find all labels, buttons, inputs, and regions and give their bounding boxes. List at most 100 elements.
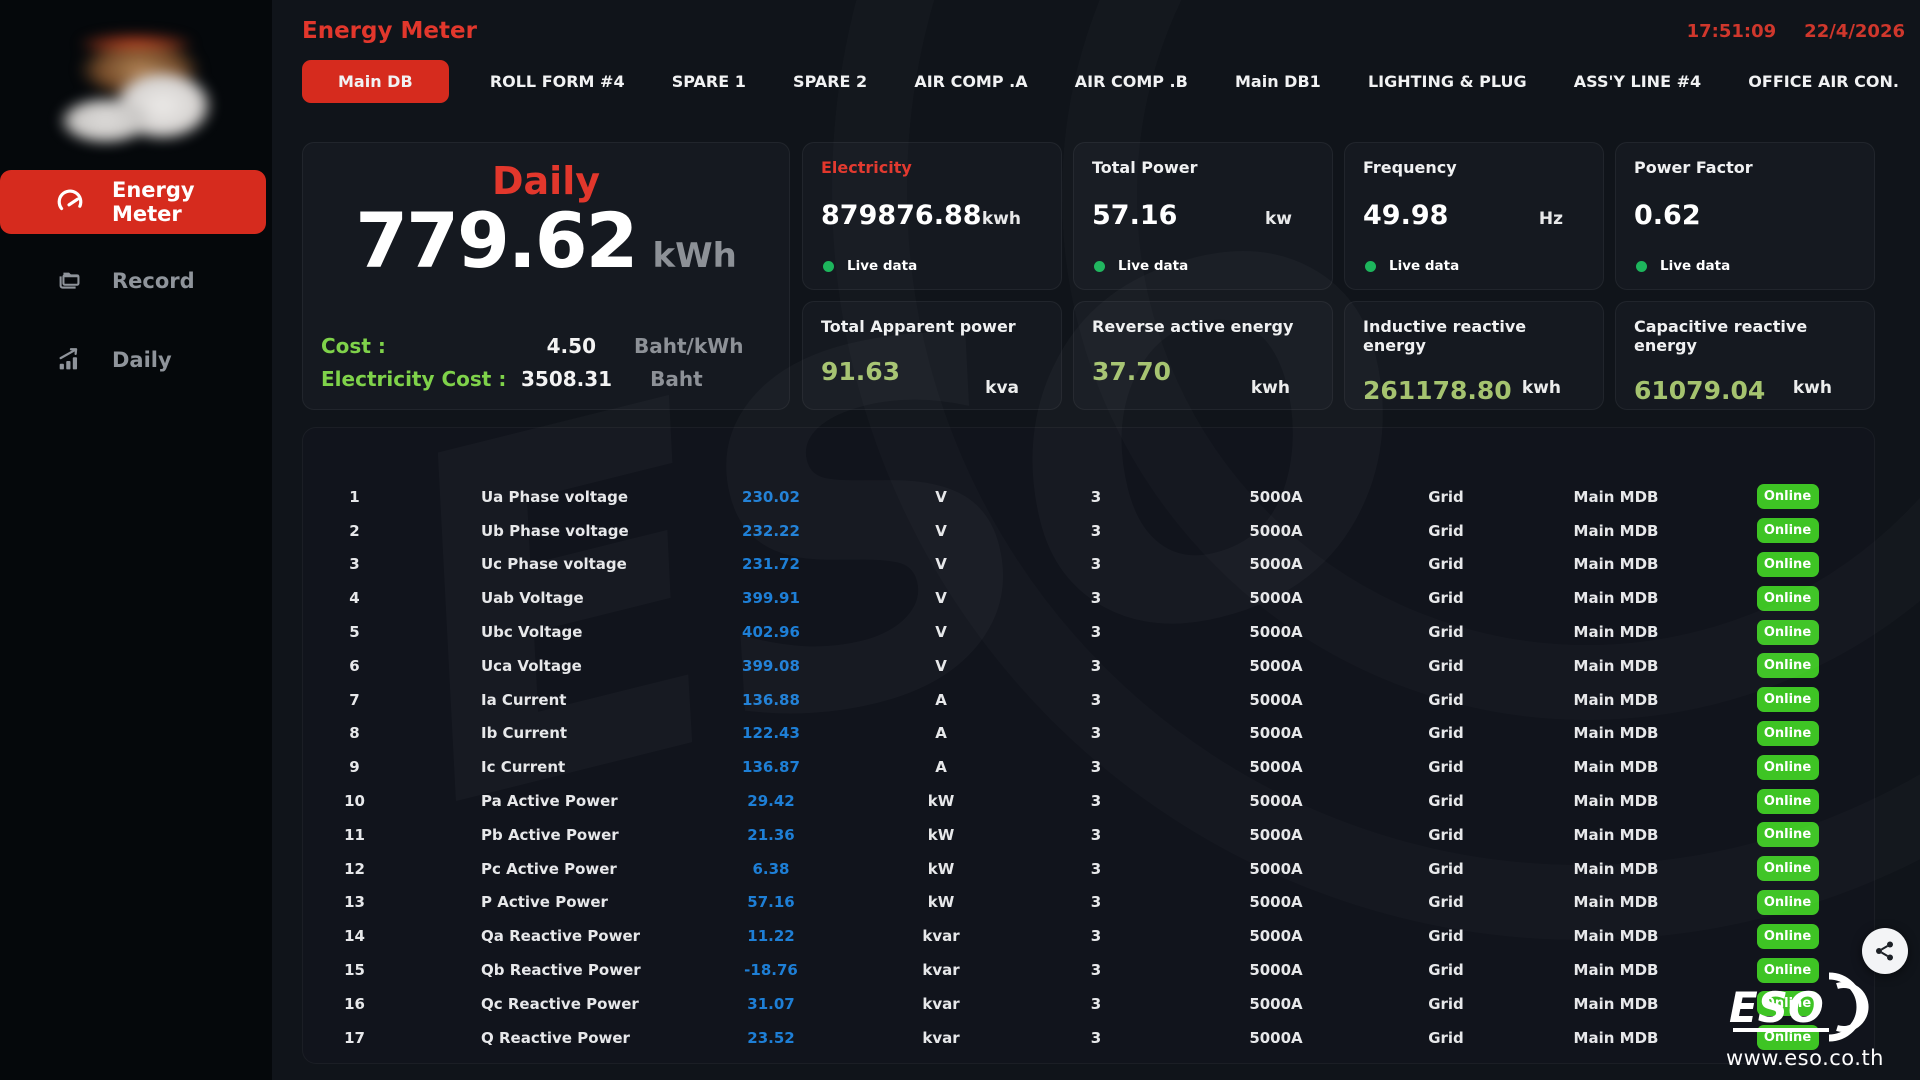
cell-source: Grid — [1361, 724, 1531, 742]
sidebar-item-record[interactable]: Record — [0, 249, 266, 313]
status-badge[interactable]: Online — [1757, 518, 1819, 543]
tab[interactable]: AIR COMP .A — [908, 62, 1033, 101]
tab[interactable]: Main DB1 — [1229, 62, 1327, 101]
cell-capacity: 5000A — [1191, 758, 1361, 776]
table-row: 5 Ubc Voltage 402.96 V 3 5000A Grid Main… — [303, 615, 1874, 649]
cell-status: Online — [1701, 552, 1874, 577]
tab[interactable]: ROLL FORM #4 — [484, 62, 631, 101]
stat-card-unit: kwh — [982, 209, 1021, 229]
status-badge[interactable]: Online — [1757, 586, 1819, 611]
live-data-label: Live data — [1118, 258, 1188, 274]
share-icon — [1873, 939, 1897, 963]
stat-card-title: Frequency — [1363, 158, 1585, 177]
cell-phase: 3 — [1001, 792, 1191, 810]
table-row: 8 Ib Current 122.43 A 3 5000A Grid Main … — [303, 717, 1874, 751]
cell-source: Grid — [1361, 1029, 1531, 1047]
cell-item: 12 — [303, 860, 406, 878]
stat-card: Inductive reactive energy 261178.80 kwh — [1344, 301, 1604, 410]
cell-location: Main MDB — [1531, 995, 1701, 1013]
sidebar-item-label: Energy Meter — [112, 178, 266, 226]
cell-live-data: 11.22 — [661, 927, 881, 945]
stat-card: Total Power 57.16 kw Live data — [1073, 142, 1333, 290]
status-badge[interactable]: Online — [1757, 789, 1819, 814]
cell-status: Online — [1701, 653, 1874, 678]
cell-capacity: 5000A — [1191, 826, 1361, 844]
cell-capacity: 5000A — [1191, 657, 1361, 675]
cell-details: Qc Reactive Power — [406, 995, 661, 1013]
cost-unit: Baht/kWh — [634, 334, 743, 358]
cell-details: Ib Current — [406, 724, 661, 742]
clock-time: 17:51:09 — [1687, 21, 1777, 42]
tab[interactable]: LIGHTING & PLUG — [1362, 62, 1533, 101]
live-data-label: Live data — [1389, 258, 1459, 274]
tab[interactable]: AIR COMP .B — [1069, 62, 1194, 101]
stat-card-title: Power Factor — [1634, 158, 1856, 177]
status-badge[interactable]: Online — [1757, 924, 1819, 949]
status-badge[interactable]: Online — [1757, 755, 1819, 780]
cell-source: Grid — [1361, 792, 1531, 810]
status-badge[interactable]: Online — [1757, 484, 1819, 509]
cell-location: Main MDB — [1531, 758, 1701, 776]
meter-table-card: 1 Ua Phase voltage 230.02 V 3 5000A Grid… — [302, 427, 1875, 1064]
cell-status: Online — [1701, 620, 1874, 645]
status-badge[interactable]: Online — [1757, 721, 1819, 746]
cost-label: Cost : — [321, 334, 521, 358]
cell-live-data: 122.43 — [661, 724, 881, 742]
tab[interactable]: ASS'Y LINE #4 — [1568, 62, 1707, 101]
cell-status: Online — [1701, 789, 1874, 814]
cell-status: Online — [1701, 518, 1874, 543]
share-button[interactable] — [1862, 928, 1908, 974]
company-logo — [41, 26, 231, 154]
cell-item: 10 — [303, 792, 406, 810]
cell-item: 14 — [303, 927, 406, 945]
svg-text:ESO: ESO — [1729, 983, 1824, 1032]
folders-icon — [54, 265, 86, 297]
status-badge[interactable]: Online — [1757, 856, 1819, 881]
status-badge[interactable]: Online — [1757, 620, 1819, 645]
table-row: 7 Ia Current 136.88 A 3 5000A Grid Main … — [303, 683, 1874, 717]
tab[interactable]: Main DB — [302, 60, 449, 103]
cell-details: Uca Voltage — [406, 657, 661, 675]
cell-phase: 3 — [1001, 826, 1191, 844]
stat-card-unit: kwh — [1522, 378, 1561, 398]
cell-capacity: 5000A — [1191, 792, 1361, 810]
cell-phase: 3 — [1001, 961, 1191, 979]
cell-location: Main MDB — [1531, 860, 1701, 878]
cell-capacity: 5000A — [1191, 860, 1361, 878]
cell-phase: 3 — [1001, 860, 1191, 878]
cell-item: 1 — [303, 488, 406, 506]
cell-unit: V — [881, 657, 1001, 675]
status-badge[interactable]: Online — [1757, 687, 1819, 712]
status-badge[interactable]: Online — [1757, 552, 1819, 577]
cell-source: Grid — [1361, 589, 1531, 607]
sidebar-item-daily[interactable]: Daily — [0, 328, 266, 392]
sidebar-item-energy-meter[interactable]: Energy Meter — [0, 170, 266, 234]
tab[interactable]: SPARE 2 — [787, 62, 873, 101]
sidebar-nav: Energy Meter Record — [0, 170, 272, 392]
stat-card-unit: Hz — [1539, 209, 1563, 229]
tab[interactable]: OFFICE AIR CON. — [1742, 62, 1905, 101]
cell-phase: 3 — [1001, 657, 1191, 675]
cell-details: Pb Active Power — [406, 826, 661, 844]
cell-capacity: 5000A — [1191, 555, 1361, 573]
table-row: 3 Uc Phase voltage 231.72 V 3 5000A Grid… — [303, 548, 1874, 582]
website-url[interactable]: www.eso.co.th — [1726, 1046, 1884, 1070]
cell-unit: kW — [881, 860, 1001, 878]
cell-details: Pc Active Power — [406, 860, 661, 878]
tab[interactable]: SPARE 1 — [666, 62, 752, 101]
stat-card-unit: kwh — [1793, 378, 1832, 398]
cell-source: Grid — [1361, 927, 1531, 945]
cell-phase: 3 — [1001, 995, 1191, 1013]
status-badge[interactable]: Online — [1757, 890, 1819, 915]
sidebar-item-label: Record — [112, 269, 195, 293]
cell-status: Online — [1701, 721, 1874, 746]
daily-energy-card: Daily 779.62 kWh Cost : 4.50 Baht/kWh El… — [302, 142, 790, 410]
cell-source: Grid — [1361, 657, 1531, 675]
cell-live-data: 230.02 — [661, 488, 881, 506]
table-row: 6 Uca Voltage 399.08 V 3 5000A Grid Main… — [303, 649, 1874, 683]
stat-card-title: Electricity — [821, 158, 1043, 177]
cell-source: Grid — [1361, 555, 1531, 573]
status-badge[interactable]: Online — [1757, 653, 1819, 678]
footer-brand: ESO www.eso.co.th — [1726, 968, 1884, 1070]
status-badge[interactable]: Online — [1757, 822, 1819, 847]
